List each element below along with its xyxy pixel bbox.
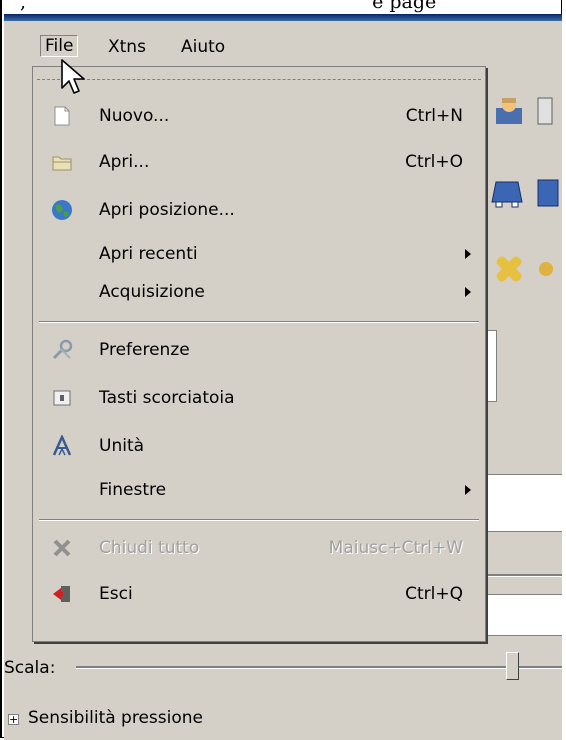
menu-item-nuovo[interactable]: Nuovo... Ctrl+N [33,97,485,135]
menu-item-acquisizione[interactable]: Acquisizione [33,273,485,311]
scale-slider-thumb[interactable] [506,652,519,680]
menu-item-label: Apri recenti [99,244,198,264]
menu-item-finestre[interactable]: Finestre [33,471,485,509]
tool-person-icon[interactable] [492,94,526,128]
keyboard-shortcuts-icon [53,390,71,406]
menu-separator [39,519,479,521]
menu-item-label: Acquisizione [99,282,205,302]
menu-aiuto[interactable]: Aiuto [177,36,229,58]
menu-item-tasti-scorciatoia[interactable]: Tasti scorciatoia [33,379,485,417]
tool-edge-icon[interactable] [536,94,562,128]
menu-item-shortcut: Maiusc+Ctrl+W [328,538,463,558]
submenu-arrow-icon [465,287,471,297]
menu-item-preferenze[interactable]: Preferenze [33,331,485,369]
globe-icon [52,200,72,220]
menu-xtns[interactable]: Xtns [104,36,150,58]
scale-label: Scala: [4,658,56,678]
menu-item-label: Chiudi tutto [99,538,200,558]
menu-item-label: Esci [99,584,133,604]
brush-panel [482,594,562,636]
menu-item-esci[interactable]: Esci Ctrl+Q [33,575,485,613]
close-all-icon [53,539,71,557]
menu-item-shortcut: Ctrl+Q [405,584,463,604]
preferences-icon [52,339,73,360]
pressure-sensitivity-label[interactable]: Sensibilità pressione [28,708,203,728]
menu-file[interactable]: File [40,35,79,57]
scale-slider-track[interactable] [76,666,562,669]
pressure-expander-icon[interactable]: + [8,714,19,725]
title-bar [4,14,562,21]
menu-item-label: Nuovo... [99,106,170,126]
menu-item-apri-recenti[interactable]: Apri recenti [33,235,485,273]
menu-item-chiudi-tutto: Chiudi tutto Maiusc+Ctrl+W [33,529,485,567]
menu-item-apri[interactable]: Apri... Ctrl+O [33,143,485,181]
menu-tearoff[interactable] [37,79,481,80]
quit-icon [53,586,70,602]
menu-separator [39,321,479,323]
menu-item-apri-posizione[interactable]: Apri posizione... [33,191,485,229]
submenu-arrow-icon [465,485,471,495]
tool-bucket-icon[interactable] [490,176,524,210]
menu-item-shortcut: Ctrl+N [405,106,463,126]
tool-clone-icon[interactable] [538,252,562,286]
caption-strip: , e page [0,0,566,14]
menu-item-label: Unità [99,436,145,456]
menu-item-label: Finestre [99,480,167,500]
menu-item-unita[interactable]: Unità [33,427,485,465]
caption-text: , e page [20,0,437,13]
submenu-arrow-icon [465,249,471,259]
menu-item-shortcut: Ctrl+O [405,152,463,172]
menu-item-label: Apri posizione... [99,200,235,220]
tool-blue-icon[interactable] [536,176,562,210]
options-panel [482,474,562,532]
open-folder-icon [52,156,72,171]
file-menu: Nuovo... Ctrl+N Apri... Ctrl+O Apri posi… [32,66,486,642]
opacity-slider-track[interactable] [482,574,562,577]
new-document-icon [54,106,70,126]
gimp-window: File Xtns Aiuto Scala: + Sensibilità pre… [4,14,562,740]
menu-item-label: Apri... [99,152,150,172]
menu-item-label: Preferenze [99,340,190,360]
menu-item-label: Tasti scorciatoia [99,388,235,408]
tool-heal-icon[interactable] [492,252,526,286]
units-icon [52,435,72,456]
mouse-cursor-icon [61,59,85,94]
